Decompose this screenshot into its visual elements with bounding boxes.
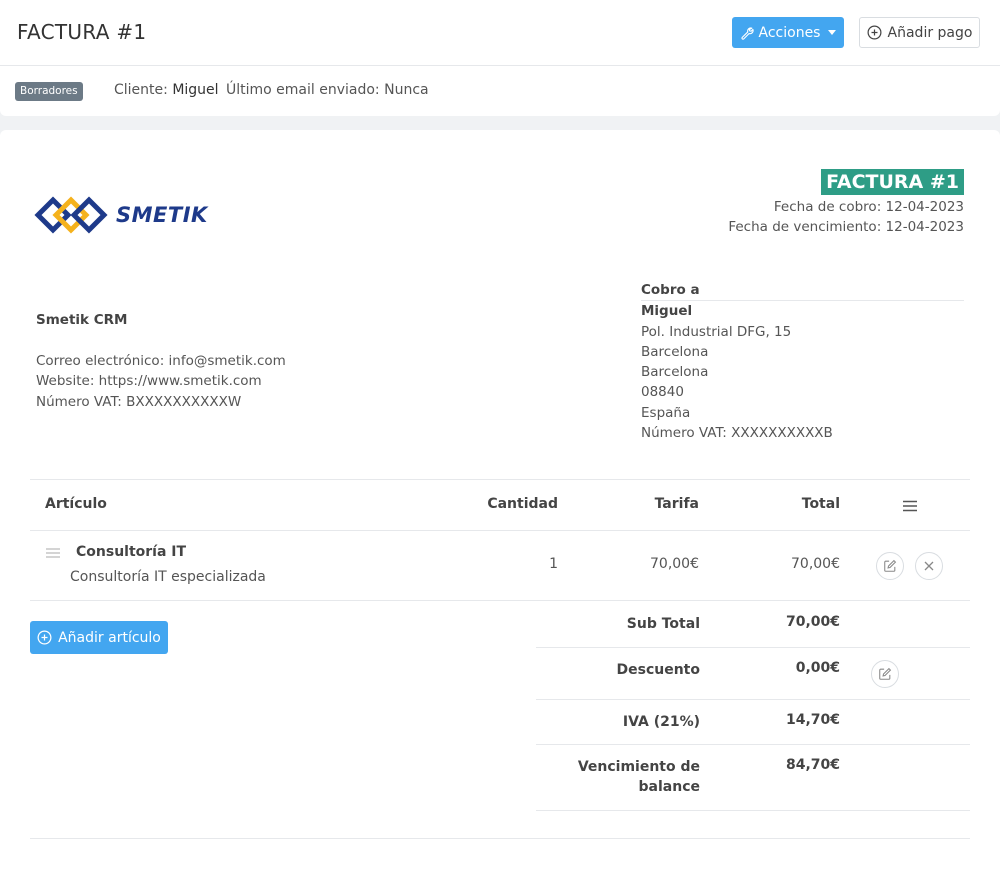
bill-to-city: Barcelona [641, 343, 709, 360]
divider [30, 600, 970, 601]
client-info: Cliente: Miguel [114, 82, 219, 98]
logo-text: SMETIK [116, 203, 208, 227]
client-label: Cliente: [114, 82, 168, 98]
caret-down-icon [828, 30, 837, 35]
company-vat: Número VAT: BXXXXXXXXXXW [36, 393, 242, 410]
edit-icon [879, 667, 892, 680]
bill-to-postal: 08840 [641, 384, 684, 401]
status-badge: Borradores [15, 82, 83, 101]
subtotal-label: Sub Total [626, 616, 700, 632]
client-name: Miguel [172, 82, 219, 98]
add-payment-button[interactable]: Añadir pago [859, 17, 980, 48]
charge-date: Fecha de cobro: 12-04-2023 [773, 199, 964, 215]
last-email-label: Último email enviado: [226, 82, 380, 98]
company-name: Smetik CRM [36, 312, 128, 328]
item-total: 70,00€ [791, 556, 840, 572]
smetik-logo-icon [34, 196, 108, 234]
tax-label: IVA (21%) [622, 714, 700, 730]
due-date: Fecha de vencimiento: 12-04-2023 [728, 219, 964, 235]
column-header-quantity: Cantidad [487, 496, 558, 512]
edit-item-button[interactable] [876, 552, 904, 580]
divider [536, 699, 970, 700]
divider [536, 647, 970, 648]
divider [30, 838, 970, 839]
company-email: Correo electrónico: info@smetik.com [36, 352, 286, 369]
item-description: Consultoría IT especializada [70, 569, 266, 585]
bill-to-country: España [641, 404, 691, 421]
item-name: Consultoría IT [76, 544, 187, 560]
menu-icon[interactable] [903, 500, 917, 512]
balance-due-value: 84,70€ [785, 757, 840, 773]
bill-to-vat: Número VAT: XXXXXXXXXXB [641, 425, 833, 442]
plus-circle-icon [867, 25, 882, 40]
plus-circle-icon [37, 630, 52, 645]
invoice-title: FACTURA #1 [821, 169, 964, 195]
company-logo: SMETIK [34, 192, 208, 238]
bill-to-province: Barcelona [641, 364, 709, 381]
company-info: Smetik CRM Correo electrónico: info@smet… [36, 310, 286, 412]
last-email-info: Último email enviado: Nunca [226, 82, 429, 98]
close-icon [924, 561, 934, 571]
page-title: FACTURA #1 [17, 20, 147, 44]
divider [30, 530, 970, 531]
page-header: FACTURA #1 Acciones Añadir pago [0, 0, 1000, 66]
column-header-rate: Tarifa [654, 496, 699, 512]
discount-label: Descuento [616, 662, 701, 678]
tax-value: 14,70€ [785, 712, 840, 728]
drag-handle-icon[interactable] [46, 548, 60, 558]
balance-due-label: Vencimiento de balance [578, 757, 700, 797]
add-payment-label: Añadir pago [887, 24, 973, 41]
subtotal-value: 70,00€ [785, 614, 840, 630]
balance-label-line2: balance [638, 779, 700, 795]
divider [536, 744, 970, 745]
discount-value: 0,00€ [795, 660, 840, 676]
column-header-item: Artículo [45, 496, 107, 512]
add-item-label: Añadir artículo [58, 629, 161, 646]
bill-to-name: Miguel [641, 303, 693, 320]
edit-discount-button[interactable] [871, 660, 899, 688]
wrench-icon [740, 26, 754, 40]
divider [536, 810, 970, 811]
invoice-status-bar: Borradores Cliente: Miguel Último email … [0, 66, 1000, 116]
company-website: Website: https://www.smetik.com [36, 373, 262, 389]
invoice-document: SMETIK FACTURA #1 Fecha de cobro: 12-04-… [0, 130, 1000, 880]
balance-label-line1: Vencimiento de [577, 759, 700, 775]
bill-to-address: Pol. Industrial DFG, 15 [641, 323, 792, 340]
bill-to: Cobro a Miguel Pol. Industrial DFG, 15 B… [641, 280, 964, 443]
item-quantity: 1 [549, 556, 558, 572]
bill-to-heading: Cobro a [641, 280, 964, 302]
item-rate: 70,00€ [650, 556, 699, 572]
add-item-button[interactable]: Añadir artículo [30, 621, 168, 654]
actions-label: Acciones [758, 24, 821, 41]
divider [30, 479, 970, 480]
delete-item-button[interactable] [915, 552, 943, 580]
actions-dropdown-button[interactable]: Acciones [732, 17, 844, 48]
last-email-value: Nunca [384, 82, 429, 98]
column-header-total: Total [801, 496, 840, 512]
edit-icon [884, 559, 897, 572]
